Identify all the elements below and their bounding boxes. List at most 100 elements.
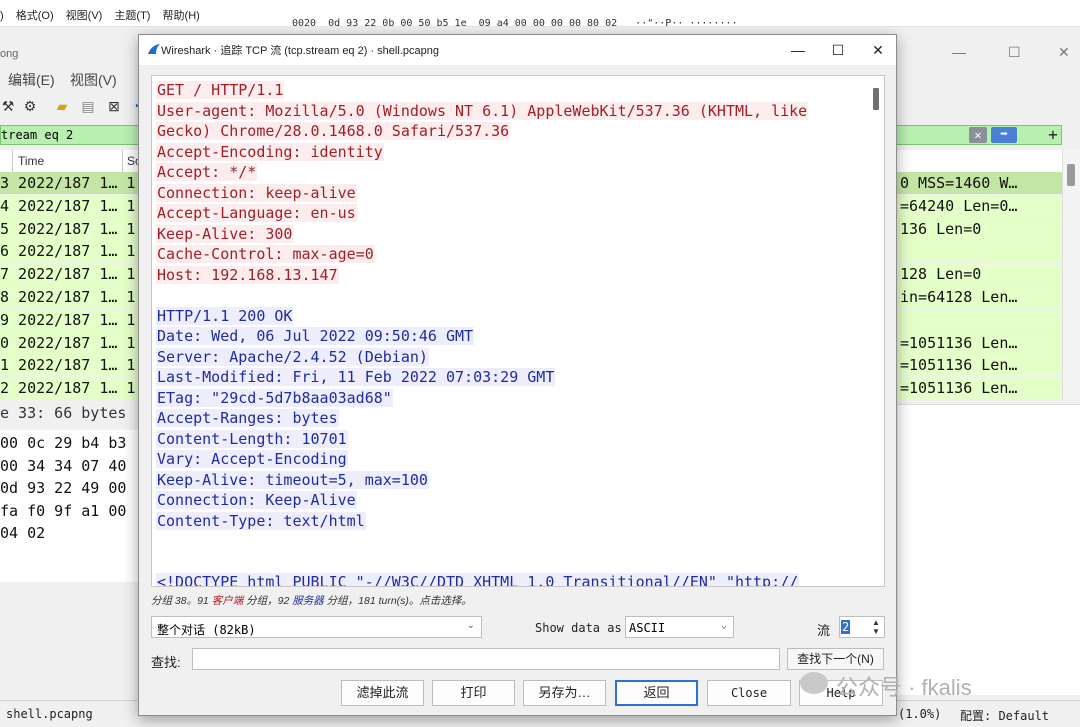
menu-view-main[interactable]: 视图(V) bbox=[70, 70, 117, 90]
scrollbar-thumb[interactable] bbox=[873, 88, 879, 110]
stream-number-spinbox[interactable]: 2 ▲ ▼ bbox=[839, 616, 885, 638]
hex-line: 0020 0d 93 22 0b 00 50 b5 1e 09 a4 00 00… bbox=[292, 18, 738, 29]
client-line[interactable]: Accept: */* bbox=[156, 162, 808, 183]
menu-theme[interactable]: 主题(T) bbox=[114, 10, 150, 22]
scrollbar-thumb[interactable] bbox=[1067, 164, 1075, 186]
save-as-button[interactable]: 另存为… bbox=[523, 680, 606, 706]
menu-help[interactable]: 帮助(H) bbox=[163, 10, 200, 22]
options-gear-icon[interactable]: ⚙ bbox=[22, 98, 38, 114]
server-line[interactable]: Last-Modified: Fri, 11 Feb 2022 07:03:29… bbox=[156, 367, 808, 388]
file-icon[interactable]: ▤ bbox=[80, 98, 96, 114]
wireshark-fin-icon bbox=[148, 44, 160, 54]
show-data-as-label: Show data as bbox=[535, 621, 622, 635]
clear-filter-icon[interactable]: ✕ bbox=[969, 127, 987, 143]
print-button[interactable]: 打印 bbox=[432, 680, 515, 706]
wechat-icon bbox=[800, 672, 828, 694]
spinner-arrows-icon[interactable]: ▲ ▼ bbox=[870, 618, 882, 636]
client-line[interactable]: Keep-Alive: 300 bbox=[156, 224, 808, 245]
menu-view[interactable]: 视图(V) bbox=[66, 10, 103, 22]
find-label: 查找: bbox=[151, 655, 181, 670]
conversation-select-value: 整个对话 (82kB) bbox=[157, 623, 256, 637]
encoding-select[interactable]: ASCII ⌄ bbox=[625, 616, 734, 638]
wrench-icon[interactable]: ⚒ bbox=[0, 98, 16, 114]
chevron-down-icon: ⌄ bbox=[466, 620, 475, 631]
background-top-bar: ) 格式(O) 视图(V) 主题(T) 帮助(H) 0020 0d 93 22 … bbox=[0, 0, 1080, 29]
display-filter-text[interactable]: tream eq 2 bbox=[1, 128, 73, 142]
bytes-line: 00 0c 29 b4 b3 bbox=[0, 434, 127, 452]
server-line[interactable]: HTTP/1.1 200 OK bbox=[156, 306, 808, 327]
watermark-text: 公众号 · fkalis bbox=[836, 675, 972, 700]
server-line[interactable]: Server: Apache/2.4.52 (Debian) bbox=[156, 347, 808, 368]
menu-format[interactable]: 格式(O) bbox=[16, 10, 54, 22]
add-filter-button-icon[interactable]: + bbox=[1045, 126, 1061, 144]
stream-scrollbar[interactable] bbox=[870, 76, 884, 586]
client-line[interactable]: User-agent: Mozilla/5.0 (Windows NT 6.1)… bbox=[156, 101, 809, 122]
column-divider bbox=[122, 150, 123, 172]
client-line[interactable]: Cache-Control: max-age=0 bbox=[156, 244, 808, 265]
main-minimize-button[interactable]: — bbox=[952, 44, 966, 60]
stream-content[interactable]: GET / HTTP/1.1 User-agent: Mozilla/5.0 (… bbox=[151, 75, 885, 587]
close-button[interactable]: Close bbox=[707, 680, 791, 706]
server-line[interactable]: Accept-Ranges: bytes bbox=[156, 408, 808, 429]
main-window-title-text: ong bbox=[0, 48, 19, 60]
main-menu: 编辑(E) 视图(V) bbox=[0, 66, 140, 92]
dialog-close-button[interactable]: ✕ bbox=[865, 40, 891, 60]
bytes-pane-separator: e 33: 66 bytes bbox=[0, 404, 127, 422]
dialog-title-bar: Wireshark · 追踪 TCP 流 (tcp.stream eq 2) ·… bbox=[139, 35, 896, 65]
status-file: shell.pcapng bbox=[6, 707, 93, 721]
background-menu: ) 格式(O) 视图(V) 主题(T) 帮助(H) bbox=[0, 7, 209, 23]
apply-filter-icon[interactable]: ➡ bbox=[991, 127, 1017, 143]
server-line[interactable]: Vary: Accept-Encoding bbox=[156, 449, 808, 470]
stream-number-label: 流 bbox=[817, 623, 831, 638]
server-line[interactable]: Connection: Keep-Alive bbox=[156, 490, 808, 511]
stream-summary[interactable]: 分组 38。91 客户端 分组，92 服务器 分组，181 turn(s)。点击… bbox=[151, 593, 472, 608]
packet-list-scrollbar[interactable] bbox=[1062, 150, 1080, 400]
back-button[interactable]: 返回 bbox=[615, 680, 698, 706]
server-line[interactable]: <!DOCTYPE html PUBLIC "-//W3C//DTD XHTML… bbox=[156, 572, 808, 586]
find-next-button[interactable]: 查找下一个(N) bbox=[787, 648, 884, 670]
main-window-title: ong bbox=[0, 44, 140, 66]
main-maximize-button[interactable]: ☐ bbox=[1008, 44, 1021, 61]
stream-lines: GET / HTTP/1.1 User-agent: Mozilla/5.0 (… bbox=[156, 80, 809, 586]
server-line[interactable]: Keep-Alive: timeout=5, max=100 bbox=[156, 470, 808, 491]
client-line[interactable]: Accept-Language: en-us bbox=[156, 203, 808, 224]
server-line[interactable]: Date: Wed, 06 Jul 2022 09:50:46 GMT bbox=[156, 326, 808, 347]
menu-edit[interactable]: 编辑(E) bbox=[8, 70, 55, 90]
dialog-minimize-button[interactable]: — bbox=[785, 40, 811, 60]
main-close-button[interactable]: ✕ bbox=[1058, 44, 1070, 61]
client-line[interactable]: Gecko) Chrome/28.0.1468.0 Safari/537.36 bbox=[156, 121, 808, 142]
server-line[interactable]: Content-Type: text/html bbox=[156, 511, 808, 532]
find-input[interactable] bbox=[192, 648, 780, 670]
bytes-pane: 00 0c 29 b4 b3 00 34 34 07 40 0d 93 22 49 … bbox=[0, 430, 140, 582]
bytes-line: 00 34 34 07 40 bbox=[0, 456, 127, 475]
client-line[interactable]: GET / HTTP/1.1 bbox=[156, 80, 808, 101]
column-divider bbox=[12, 150, 13, 172]
menu-prefix: ) bbox=[0, 10, 4, 22]
open-folder-icon[interactable]: ▰ bbox=[54, 98, 70, 114]
bytes-line: 0d 93 22 49 00 bbox=[0, 479, 127, 498]
client-line[interactable]: Accept-Encoding: identity bbox=[156, 142, 808, 163]
bytes-line: 04 02 bbox=[0, 524, 46, 543]
detail-pane bbox=[898, 404, 1080, 695]
chevron-down-icon: ⌄ bbox=[720, 620, 727, 631]
status-profile[interactable]: 配置: Default bbox=[960, 707, 1049, 724]
close-file-icon[interactable]: ⊠ bbox=[106, 98, 122, 114]
server-line[interactable]: ETag: "29cd-5d7b8aa03ad68" bbox=[156, 388, 808, 409]
main-toolbar: ⚒ ⚙ ▰ ▤ ⊠ ◔ bbox=[0, 92, 141, 122]
dialog-title: Wireshark · 追踪 TCP 流 (tcp.stream eq 2) ·… bbox=[161, 45, 439, 57]
conversation-select[interactable]: 整个对话 (82kB) ⌄ bbox=[151, 616, 482, 638]
main-window-controls: — ☐ ✕ bbox=[896, 40, 1080, 66]
encoding-select-value: ASCII bbox=[629, 621, 666, 635]
stream-number-value[interactable]: 2 bbox=[841, 620, 851, 634]
dialog-maximize-button[interactable]: ☐ bbox=[825, 40, 851, 60]
bytes-line: fa f0 9f a1 00 bbox=[0, 501, 127, 520]
client-line[interactable]: Host: 192.168.13.147 bbox=[156, 265, 808, 286]
server-line[interactable]: Content-Length: 10701 bbox=[156, 429, 808, 450]
column-time[interactable]: Time bbox=[18, 154, 44, 168]
client-line[interactable]: Connection: keep-alive bbox=[156, 183, 808, 204]
status-percent: (1.0%) bbox=[898, 707, 942, 721]
filter-out-button[interactable]: 滤掉此流 bbox=[341, 680, 424, 706]
follow-tcp-stream-dialog: Wireshark · 追踪 TCP 流 (tcp.stream eq 2) ·… bbox=[138, 34, 897, 716]
